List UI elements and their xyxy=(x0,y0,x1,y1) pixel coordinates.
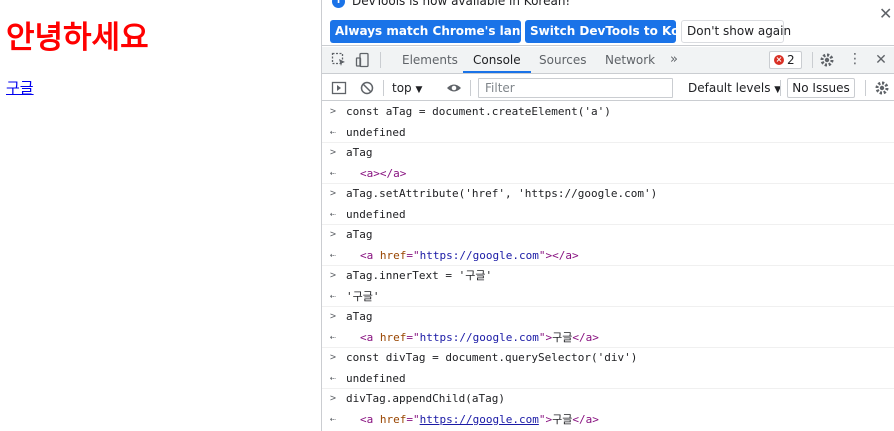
context-select[interactable]: top ▼ xyxy=(392,79,422,99)
match-language-button[interactable]: Always match Chrome's language xyxy=(330,20,562,43)
console-command: aTag xyxy=(346,228,373,241)
input-chevron-icon: > xyxy=(330,229,337,240)
element-text: 구글 xyxy=(552,330,573,344)
href-value: https://google.com xyxy=(419,330,539,344)
tab-elements[interactable]: Elements xyxy=(392,47,468,73)
console-output[interactable]: > const aTag = document.createElement('a… xyxy=(322,102,894,431)
error-icon: × xyxy=(774,55,784,65)
chevron-down-icon: ▼ xyxy=(415,85,423,95)
console-input-row: > aTag xyxy=(322,143,894,164)
console-result-row: ⇠ '구글' xyxy=(322,287,894,307)
tab-sources[interactable]: Sources xyxy=(529,47,596,73)
close-icon[interactable]: ✕ xyxy=(879,6,892,22)
toolbar-divider xyxy=(780,80,781,96)
console-command: const divTag = document.querySelector('d… xyxy=(346,351,638,364)
console-result-row[interactable]: ⇠ <a></a> xyxy=(322,164,894,184)
console-result-row: ⇠ undefined xyxy=(322,369,894,389)
console-command: aTag.innerText = '구글' xyxy=(346,269,493,282)
console-command: aTag.setAttribute('href', 'https://googl… xyxy=(346,187,658,200)
input-chevron-icon: > xyxy=(330,311,337,322)
console-result-row: ⇠ undefined xyxy=(322,123,894,143)
console-element-result[interactable]: <a href="https://google.com"></a> xyxy=(360,246,579,266)
issues-button[interactable]: No Issues xyxy=(787,78,855,98)
console-input-row: > aTag.innerText = '구글' xyxy=(322,266,894,287)
tab-console[interactable]: Console xyxy=(463,47,531,73)
console-input-row: > aTag.setAttribute('href', 'https://goo… xyxy=(322,184,894,205)
info-icon: i xyxy=(332,0,345,8)
console-command: aTag xyxy=(346,146,373,159)
google-link[interactable]: 구글 xyxy=(6,77,34,98)
device-toolbar-icon[interactable] xyxy=(355,52,371,68)
more-tabs-icon[interactable]: » xyxy=(670,52,686,68)
href-link[interactable]: https://google.com xyxy=(420,413,539,426)
devtools-panel: i DevTools is now available in Korean! ✕… xyxy=(321,0,894,431)
context-value: top xyxy=(392,81,412,95)
console-element-result[interactable]: <a></a> xyxy=(360,164,406,184)
input-chevron-icon: > xyxy=(330,393,337,404)
console-input-row: > aTag xyxy=(322,225,894,246)
input-chevron-icon: > xyxy=(330,188,337,199)
toolbar-divider xyxy=(380,52,381,68)
error-count-badge[interactable]: × 2 xyxy=(769,51,802,69)
result-arrow-icon: ⇠ xyxy=(330,372,337,384)
input-chevron-icon: > xyxy=(330,352,337,363)
sidebar-toggle-icon[interactable] xyxy=(331,80,347,96)
switch-language-button[interactable]: Switch DevTools to Korean xyxy=(525,20,710,43)
toolbar-divider xyxy=(383,80,384,96)
console-input-row: > const aTag = document.createElement('a… xyxy=(322,102,894,123)
console-result: undefined xyxy=(346,207,406,221)
result-arrow-icon: ⇠ xyxy=(330,290,337,302)
dont-show-again-button[interactable]: Don't show again xyxy=(681,20,791,43)
console-input-row: > divTag.appendChild(aTag) xyxy=(322,389,894,410)
console-element-result[interactable]: <a href="https://google.com">구글</a> xyxy=(360,410,599,430)
console-result: undefined xyxy=(346,125,406,139)
console-command: aTag xyxy=(346,310,373,323)
console-result-row[interactable]: ⇠ <a href="https://google.com">구글</a> xyxy=(322,328,894,348)
log-levels-select[interactable]: Default levels ▼ xyxy=(688,79,781,99)
console-input-row: > aTag xyxy=(322,307,894,328)
console-command: const aTag = document.createElement('a') xyxy=(346,105,611,118)
console-result: undefined xyxy=(346,371,406,385)
result-arrow-icon: ⇠ xyxy=(330,167,337,179)
language-infobar: i DevTools is now available in Korean! ✕… xyxy=(322,0,894,46)
filter-input[interactable]: Filter xyxy=(478,78,673,98)
console-element-result[interactable]: <a href="https://google.com">구글</a> xyxy=(360,328,599,348)
console-settings-gear-icon[interactable] xyxy=(874,80,890,96)
toolbar-divider xyxy=(470,80,471,96)
toolbar-divider xyxy=(812,52,813,68)
href-value: https://google.com xyxy=(419,248,539,262)
settings-gear-icon[interactable] xyxy=(819,52,835,68)
console-command: divTag.appendChild(aTag) xyxy=(346,392,505,405)
inspect-element-icon[interactable] xyxy=(331,52,347,68)
page-heading: 안녕하세요 xyxy=(6,20,149,56)
result-arrow-icon: ⇠ xyxy=(330,413,337,425)
result-arrow-icon: ⇠ xyxy=(330,331,337,343)
console-result: '구글' xyxy=(346,289,380,303)
input-chevron-icon: > xyxy=(330,106,337,117)
result-arrow-icon: ⇠ xyxy=(330,126,337,138)
levels-value: Default levels xyxy=(688,81,771,95)
console-input-row: > const divTag = document.querySelector(… xyxy=(322,348,894,369)
devtools-tabbar: Elements Console Sources Network » × 2 ⋮… xyxy=(322,47,894,74)
tab-network[interactable]: Network xyxy=(595,47,665,73)
close-devtools-icon[interactable]: ✕ xyxy=(873,52,889,68)
eye-icon[interactable] xyxy=(446,80,462,96)
toolbar-divider xyxy=(865,80,866,96)
error-count: 2 xyxy=(787,53,795,67)
result-arrow-icon: ⇠ xyxy=(330,208,337,220)
console-result-row[interactable]: ⇠ <a href="https://google.com"></a> xyxy=(322,246,894,266)
more-options-icon[interactable]: ⋮ xyxy=(847,52,863,68)
input-chevron-icon: > xyxy=(330,147,337,158)
element-text: 구글 xyxy=(552,412,573,426)
clear-console-icon[interactable] xyxy=(359,80,375,96)
infobar-message: DevTools is now available in Korean! xyxy=(352,0,571,8)
result-arrow-icon: ⇠ xyxy=(330,249,337,261)
console-toolbar: top ▼ Filter Default levels ▼ No Issues xyxy=(322,75,894,101)
console-result-row: ⇠ undefined xyxy=(322,205,894,225)
web-page: 안녕하세요 구글 xyxy=(0,0,321,431)
console-result-row[interactable]: ⇠ <a href="https://google.com">구글</a> xyxy=(322,410,894,431)
input-chevron-icon: > xyxy=(330,270,337,281)
